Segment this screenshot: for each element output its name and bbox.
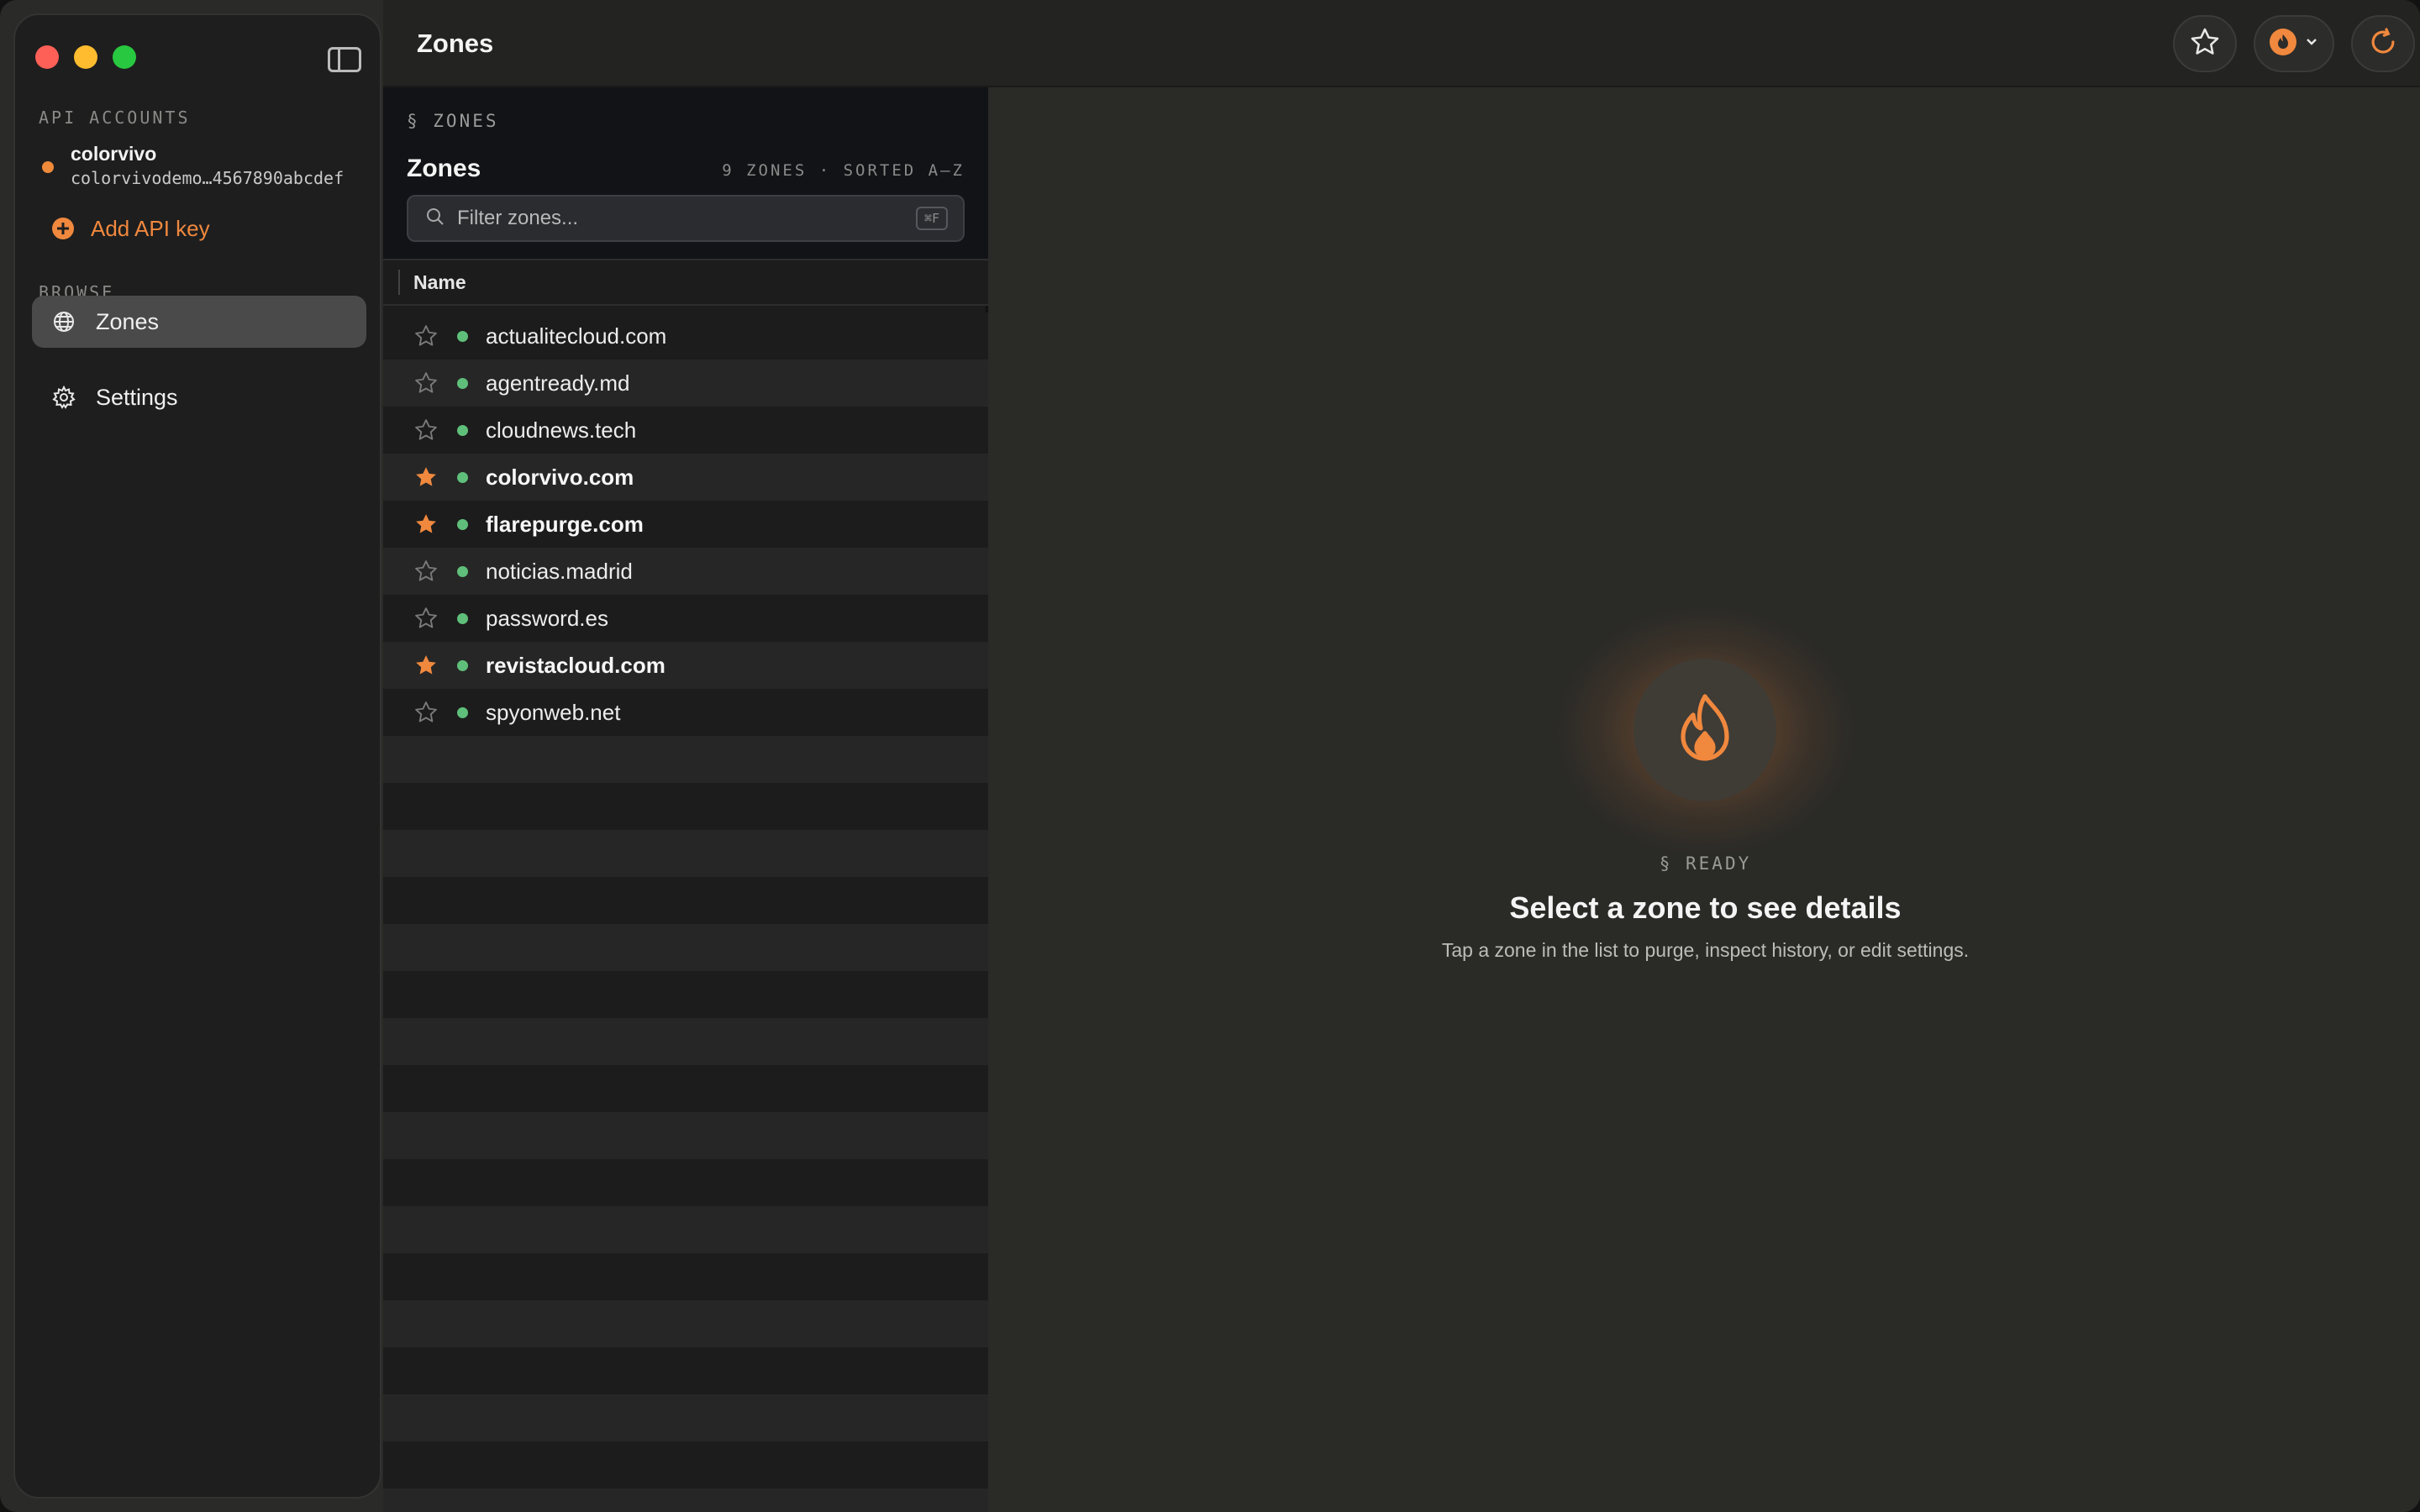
account-key: colorvivodemo…4567890abcdef xyxy=(71,168,345,188)
sidebar-item-label: Settings xyxy=(96,384,178,410)
zone-status-dot xyxy=(457,471,468,483)
sidebar-item-settings[interactable]: Settings xyxy=(32,371,366,423)
account-name: colorvivo xyxy=(71,143,157,165)
refresh-button[interactable] xyxy=(2351,15,2415,72)
zone-status-dot xyxy=(457,659,468,671)
empty-state-subtitle: Tap a zone in the list to purge, inspect… xyxy=(1441,939,1970,961)
star-filled-icon[interactable] xyxy=(412,463,440,491)
zone-row[interactable]: spyonweb.net xyxy=(383,689,988,736)
api-accounts-label: API ACCOUNTS xyxy=(39,108,191,128)
zone-name: agentready.md xyxy=(486,370,630,396)
zone-row[interactable]: noticias.madrid xyxy=(383,548,988,595)
star-outline-icon[interactable] xyxy=(412,369,440,397)
column-header-name[interactable]: Name xyxy=(383,259,988,306)
star-outline-icon[interactable] xyxy=(412,416,440,444)
zone-status-dot xyxy=(457,565,468,577)
zone-name: revistacloud.com xyxy=(486,652,666,678)
zone-name: flarepurge.com xyxy=(486,511,644,537)
zone-name: spyonweb.net xyxy=(486,699,621,725)
sidebar: API ACCOUNTS colorvivo colorvivodemo…456… xyxy=(13,13,381,1499)
zone-name: colorvivo.com xyxy=(486,464,634,490)
add-api-key-label: Add API key xyxy=(91,215,210,241)
filter-field[interactable]: ⌘F xyxy=(407,195,965,242)
list-title: Zones xyxy=(407,155,481,182)
filter-input[interactable] xyxy=(457,207,894,230)
add-api-key-button[interactable]: Add API key xyxy=(52,213,210,244)
column-divider xyxy=(398,270,400,295)
star-outline-icon[interactable] xyxy=(412,322,440,350)
sidebar-item-label: Zones xyxy=(96,308,160,334)
account-menu-button[interactable] xyxy=(2254,15,2334,72)
zone-row[interactable]: revistacloud.com xyxy=(383,642,988,689)
zoom-window-button[interactable] xyxy=(113,45,136,69)
shortcut-hint: ⌘F xyxy=(915,207,948,230)
zone-status-dot xyxy=(457,612,468,624)
zone-name: actualitecloud.com xyxy=(486,323,667,349)
search-icon xyxy=(425,207,445,231)
refresh-icon xyxy=(2367,26,2399,62)
zone-row[interactable]: colorvivo.com xyxy=(383,454,988,501)
minimize-window-button[interactable] xyxy=(74,45,97,69)
zone-row[interactable]: actualitecloud.com xyxy=(383,312,988,360)
close-window-button[interactable] xyxy=(35,45,59,69)
zone-list-panel: § ZONES Zones 9 ZONES · SORTED A–Z ⌘F Na… xyxy=(383,87,988,1512)
star-outline-icon[interactable] xyxy=(412,604,440,633)
zone-status-dot xyxy=(457,377,468,389)
zone-row[interactable]: cloudnews.tech xyxy=(383,407,988,454)
breadcrumb: § ZONES xyxy=(407,111,499,131)
favorite-button[interactable] xyxy=(2173,15,2237,72)
app-window: API ACCOUNTS colorvivo colorvivodemo…456… xyxy=(0,0,2420,1512)
star-filled-icon[interactable] xyxy=(412,651,440,680)
empty-state-status: § READY xyxy=(1659,853,1752,874)
window-controls xyxy=(35,45,136,69)
zone-row[interactable]: password.es xyxy=(383,595,988,642)
zone-name: noticias.madrid xyxy=(486,558,633,584)
plus-circle-icon xyxy=(52,218,74,239)
empty-state-title: Select a zone to see details xyxy=(1509,890,1902,925)
zone-status-dot xyxy=(457,518,468,530)
sidebar-item-zones[interactable]: Zones xyxy=(32,296,366,348)
star-icon xyxy=(2189,26,2221,62)
zone-count: 9 ZONES · SORTED A–Z xyxy=(722,161,965,180)
sidebar-toggle-icon[interactable] xyxy=(328,47,361,72)
zone-status-dot xyxy=(457,424,468,436)
column-header-label: Name xyxy=(413,270,466,293)
page-title: Zones xyxy=(417,29,494,58)
zone-status-dot xyxy=(457,706,468,718)
zone-name: cloudnews.tech xyxy=(486,417,637,443)
star-outline-icon[interactable] xyxy=(412,698,440,727)
zone-list: actualitecloud.com agentready.md cloudnews… xyxy=(383,312,988,1512)
account-status-dot xyxy=(42,161,54,173)
flame-icon xyxy=(1671,691,1739,769)
flame-badge-icon xyxy=(2269,28,2297,60)
star-outline-icon[interactable] xyxy=(412,557,440,585)
toolbar: Zones xyxy=(383,0,2420,87)
globe-icon xyxy=(52,310,76,333)
zone-row[interactable]: flarepurge.com xyxy=(383,501,988,548)
zone-status-dot xyxy=(457,330,468,342)
zone-row[interactable]: agentready.md xyxy=(383,360,988,407)
chevron-down-icon xyxy=(2304,34,2319,54)
zone-name: password.es xyxy=(486,605,608,631)
zone-list-header: § ZONES Zones 9 ZONES · SORTED A–Z ⌘F xyxy=(383,87,988,259)
empty-state-badge xyxy=(1634,659,1776,801)
star-filled-icon[interactable] xyxy=(412,510,440,538)
gear-icon xyxy=(52,386,76,409)
